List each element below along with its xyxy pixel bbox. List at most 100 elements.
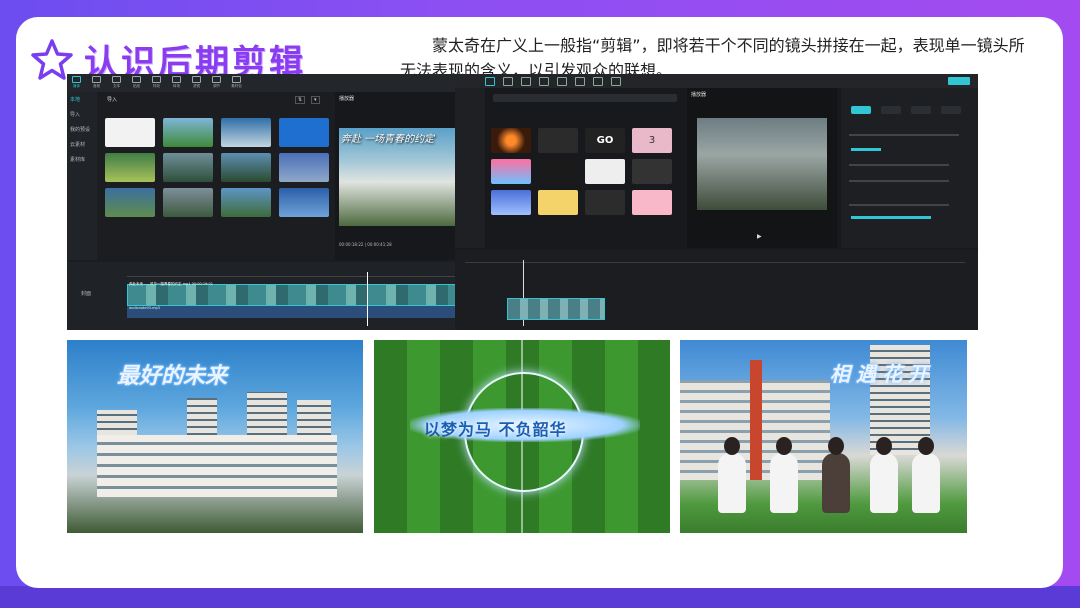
media-thumb[interactable] [221,188,271,217]
preset-tile[interactable] [538,159,578,184]
photo-students: 相遇花开 [680,340,967,533]
tab-speed[interactable] [911,106,931,114]
preset-tile[interactable] [538,190,578,215]
preset-tile[interactable] [491,159,531,184]
editor-toolbar [455,74,978,88]
tab-audio[interactable] [881,106,901,114]
audio-icon[interactable] [503,77,513,86]
search-input[interactable] [493,94,677,102]
media-thumb[interactable] [105,188,155,217]
student-head [828,437,844,455]
media-thumb[interactable] [163,153,213,182]
playhead[interactable] [367,272,368,326]
player-timecode: 00:00:18:22 | 00:00:41:28 [339,242,392,247]
media-panel: 导入 ⇅ ▾ [99,92,331,260]
media-thumb[interactable] [279,118,329,147]
divider [849,204,949,206]
media-thumb[interactable] [163,118,213,147]
preset-tile-countdown[interactable]: 3 [632,128,672,153]
video-clip[interactable] [507,298,605,320]
tab-effects[interactable]: 特效 [151,76,162,89]
tab-audio[interactable]: 音频 [91,76,102,89]
bottom-decoration [0,586,1080,608]
sidebar-item-library[interactable]: 素材库 [67,152,97,167]
preset-tile[interactable] [491,190,531,215]
media-icon[interactable] [485,77,495,86]
media-thumb[interactable] [221,153,271,182]
tab-filter[interactable]: 滤镜 [191,76,202,89]
preset-tile[interactable] [632,159,672,184]
timeline-panel [455,250,978,330]
audio-clip-label: audionote03.mp3 [129,306,161,310]
export-button[interactable] [948,77,970,85]
media-thumb[interactable] [163,188,213,217]
import-button[interactable]: 导入 [107,96,117,103]
tab-adjust[interactable]: 调节 [211,76,222,89]
tab-animation[interactable] [941,106,961,114]
student [718,453,746,513]
student [870,453,898,513]
preset-tile[interactable] [632,190,672,215]
tab-pack[interactable]: 素材包 [231,76,242,89]
player-preview[interactable] [697,118,827,210]
video-clip-label: 奔赴未来——风华一路青春的约定.mp4 00:00:19:01 [129,282,213,286]
sort-button[interactable]: ⇅ [295,96,306,104]
opacity-slider[interactable] [851,216,931,219]
tab-sticker[interactable]: 贴纸 [131,76,142,89]
preset-tile-go[interactable]: GO [585,128,625,153]
preset-tile[interactable] [491,128,531,153]
transition-icon[interactable] [575,77,585,86]
preset-grid: GO 3 [491,128,672,215]
tab-media[interactable]: 媒体 [71,76,82,89]
cover-label[interactable]: 封面 [81,290,91,297]
student-head [918,437,934,455]
player-panel: 播放器 ▶ [687,88,837,248]
media-thumb[interactable] [221,118,271,147]
banner-text: 以梦为马 不负韶华 [424,420,567,439]
filter-button[interactable]: ▾ [311,96,320,104]
properties-panel [841,88,978,248]
editor-sidebar [455,88,485,248]
player-label: 播放器 [691,92,707,98]
tab-text[interactable]: 文本 [111,76,122,89]
tab-picture[interactable] [851,106,871,114]
editor-screenshot-right: GO 3 播放器 ▶ [455,74,978,330]
effects-icon[interactable] [557,77,567,86]
editor-toolbar: 媒体 音频 文本 贴纸 特效 转场 滤镜 调节 素材包 [67,74,455,92]
editor-sidebar: 本地 导入 我的预设 云素材 素材库 [67,92,97,260]
divider [849,164,949,166]
sidebar-item-cloud[interactable]: 云素材 [67,137,97,152]
preset-tile[interactable] [585,190,625,215]
player-panel: 播放器 奔赴 一场青春的约定 00:00:18:22 | 00:00:41:28 [335,92,455,260]
media-thumb[interactable] [279,153,329,182]
filter-icon[interactable] [593,77,603,86]
audio-clip[interactable] [127,306,455,318]
photo-football-field: 以梦为马 不负韶华 [374,340,670,533]
sidebar-item-import[interactable]: 导入 [67,107,97,122]
preset-tile[interactable] [585,159,625,184]
video-clip[interactable] [127,284,455,306]
player-overlay-text: 奔赴 一场青春的约定 [341,134,435,145]
play-icon[interactable]: ▶ [757,233,762,240]
preset-tile[interactable] [538,128,578,153]
scale-slider[interactable] [851,148,881,151]
text-icon[interactable] [521,77,531,86]
media-thumb[interactable] [105,153,155,182]
adjust-icon[interactable] [611,77,621,86]
sticker-icon[interactable] [539,77,549,86]
student-head [876,437,892,455]
sidebar-item-local[interactable]: 本地 [67,92,97,107]
timeline-panel: 封面 奔赴未来——风华一路青春的约定.mp4 00:00:19:01 audio… [67,262,455,330]
photo-overlay-text: 最好的未来 [117,364,228,389]
photo-campus-building: 最好的未来 [67,340,363,533]
sidebar-item-presets[interactable]: 我的预设 [67,122,97,137]
timeline-ruler[interactable] [127,270,455,277]
timeline-toolbar[interactable] [465,256,965,263]
divider [849,134,959,136]
editor-screenshot-left: 媒体 音频 文本 贴纸 特效 转场 滤镜 调节 素材包 本地 导入 我的预设 云… [67,74,455,330]
media-thumb[interactable] [105,118,155,147]
media-thumb[interactable] [279,188,329,217]
student [822,453,850,513]
student [912,453,940,513]
tab-transition[interactable]: 转场 [171,76,182,89]
